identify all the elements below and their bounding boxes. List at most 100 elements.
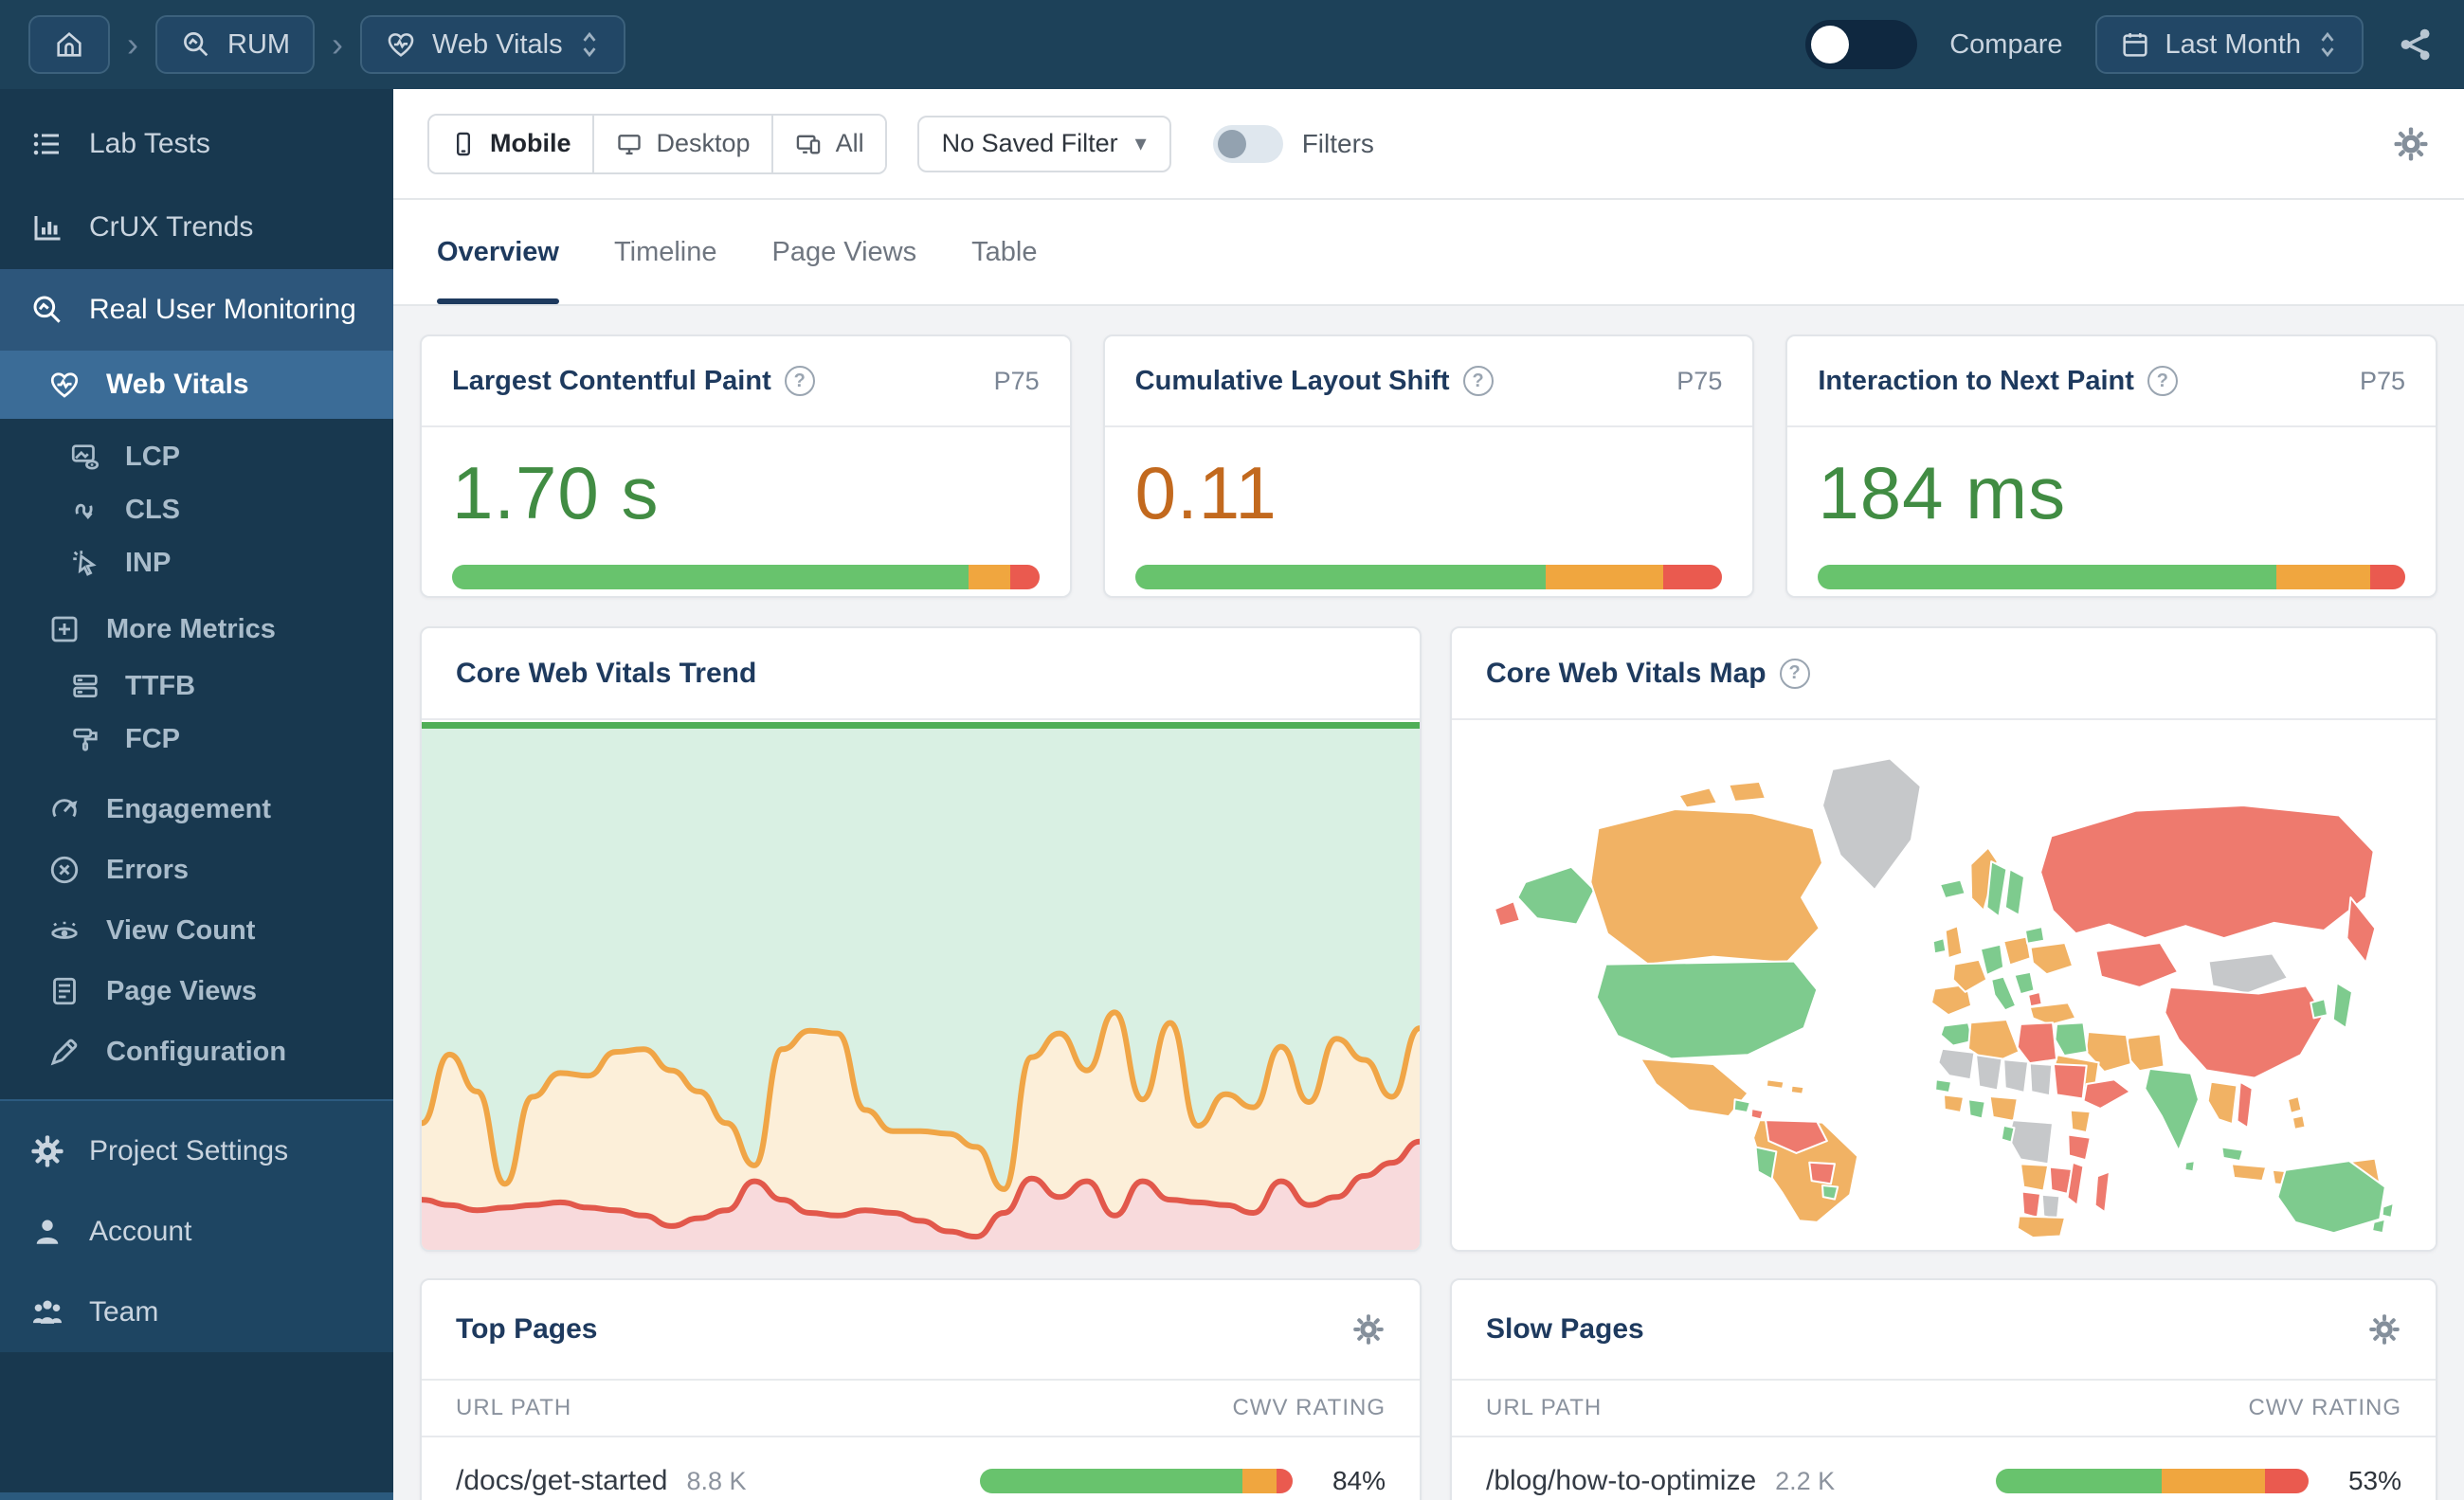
sidebar-item-project-settings[interactable]: Project Settings: [0, 1111, 393, 1191]
table-title: Top Pages: [456, 1313, 598, 1345]
help-icon[interactable]: ?: [1462, 366, 1494, 396]
map-region: [2052, 1063, 2088, 1100]
map-region: [1516, 865, 1596, 926]
device-mobile-button[interactable]: Mobile: [429, 115, 592, 172]
tab-page-views[interactable]: Page Views: [772, 200, 917, 304]
url-path[interactable]: /docs/get-started: [456, 1465, 667, 1497]
map-region: [2381, 1202, 2395, 1220]
help-icon[interactable]: ?: [784, 366, 815, 396]
tab-timeline[interactable]: Timeline: [614, 200, 717, 304]
sidebar: Lab Tests CrUX Trends Real User Monitori…: [0, 89, 393, 1500]
device-desktop-button[interactable]: Desktop: [591, 115, 771, 172]
sidebar-item-errors[interactable]: Errors: [0, 840, 393, 900]
breadcrumb-webvitals-selector[interactable]: Web Vitals: [360, 15, 625, 74]
metric-card-inp: Interaction to Next Paint ? P75 184 ms: [1785, 334, 2438, 598]
map-region: [2164, 985, 2326, 1079]
help-icon[interactable]: ?: [1779, 658, 1810, 689]
map-region: [2183, 1160, 2196, 1173]
slow-pages-card: Slow Pages URL PATH CWV RATING /blog/how…: [1450, 1278, 2437, 1500]
column-url-path[interactable]: URL PATH: [456, 1395, 571, 1421]
sidebar-item-cls[interactable]: CLS: [0, 483, 393, 536]
column-url-path[interactable]: URL PATH: [1486, 1395, 1602, 1421]
sidebar-item-ttfb[interactable]: TTFB: [0, 660, 393, 713]
map-region: [2020, 1163, 2050, 1192]
sidebar-item-more-metrics[interactable]: More Metrics: [0, 599, 393, 660]
sidebar-item-configuration[interactable]: Configuration: [0, 1021, 393, 1082]
plus-square-icon: [45, 612, 83, 646]
date-range-label: Last Month: [2165, 28, 2301, 60]
device-all-button[interactable]: All: [770, 115, 885, 172]
map-region: [2206, 1080, 2238, 1126]
map-region: [1728, 780, 1767, 804]
segment-good: [1996, 1469, 2162, 1493]
help-icon[interactable]: ?: [2147, 366, 2178, 396]
world-map[interactable]: [1452, 722, 2436, 1250]
segment-needs-improvement: [1242, 1469, 1277, 1493]
trend-chart[interactable]: [422, 722, 1420, 1250]
column-cwv-rating[interactable]: CWV RATING: [1232, 1395, 1386, 1421]
filters-toggle[interactable]: [1212, 124, 1283, 163]
saved-filter-dropdown[interactable]: No Saved Filter ▾: [916, 115, 1171, 172]
metric-cards-row: Largest Contentful Paint ? P75 1.70 s Cu…: [420, 334, 2438, 598]
share-icon[interactable]: [2396, 25, 2436, 64]
segment-good: [1134, 565, 1547, 589]
gear-icon[interactable]: [1351, 1312, 1386, 1346]
sidebar-item-label: More Metrics: [106, 613, 276, 644]
sidebar-item-view-count[interactable]: View Count: [0, 900, 393, 961]
map-region: [2039, 804, 2375, 940]
map-region: [1789, 1084, 1805, 1095]
map-region: [2069, 1109, 2092, 1134]
sidebar-item-page-views[interactable]: Page Views: [0, 961, 393, 1021]
tab-label: Table: [971, 236, 1038, 267]
sidebar-item-engagement[interactable]: Engagement: [0, 779, 393, 840]
sidebar-item-web-vitals[interactable]: Web Vitals: [0, 351, 393, 419]
tab-table[interactable]: Table: [971, 200, 1037, 304]
table-row[interactable]: /docs/get-started 8.8 K 84%: [422, 1437, 1420, 1500]
map-region: [1808, 1161, 1836, 1185]
map-title: Core Web Vitals Map: [1486, 657, 1766, 689]
sidebar-item-inp[interactable]: INP: [0, 536, 393, 589]
sidebar-item-label: View Count: [106, 914, 256, 946]
bar-chart-icon: [28, 210, 66, 244]
core-web-vitals-map-card: Core Web Vitals Map ?: [1450, 626, 2437, 1252]
map-region: [1944, 925, 1964, 960]
image-eye-icon: [66, 441, 104, 473]
monitor-icon: [615, 131, 643, 157]
gear-icon[interactable]: [2367, 1312, 2401, 1346]
sidebar-item-crux-trends[interactable]: CrUX Trends: [0, 186, 393, 269]
tab-bar: Overview Timeline Page Views Table: [393, 200, 2464, 306]
date-range-button[interactable]: Last Month: [2094, 15, 2364, 74]
table-title: Slow Pages: [1486, 1313, 1644, 1345]
sidebar-item-label: FCP: [125, 723, 180, 754]
device-segment-group: Mobile Desktop All: [427, 113, 887, 174]
sidebar-item-label: Errors: [106, 854, 190, 885]
settings-gear-icon[interactable]: [2392, 125, 2430, 163]
sidebar-item-lcp[interactable]: LCP: [0, 430, 393, 483]
document-icon: [45, 974, 83, 1008]
sidebar-item-label: Page Views: [106, 975, 258, 1006]
sidebar-item-lab-tests[interactable]: Lab Tests: [0, 102, 393, 186]
tab-overview[interactable]: Overview: [437, 200, 559, 304]
filter-bar: Mobile Desktop All No Saved Filter ▾ Fil…: [393, 89, 2464, 200]
sidebar-item-team[interactable]: Team: [0, 1272, 393, 1352]
map-region: [2007, 1119, 2055, 1166]
map-region: [2207, 952, 2289, 995]
list-icon: [28, 127, 66, 161]
map-region: [2028, 1002, 2077, 1026]
column-cwv-rating[interactable]: CWV RATING: [2248, 1395, 2401, 1421]
rating-distribution-bar: [1996, 1469, 2309, 1493]
sidebar-item-account[interactable]: Account: [0, 1191, 393, 1272]
compare-toggle[interactable]: [1805, 20, 1918, 69]
metric-value: 0.11: [1134, 451, 1277, 534]
segment-needs-improvement: [2161, 1469, 2265, 1493]
map-region: [2013, 970, 2036, 996]
url-path[interactable]: /blog/how-to-optimize: [1486, 1465, 1756, 1497]
breadcrumb-home-button[interactable]: [28, 15, 110, 74]
sidebar-item-fcp[interactable]: FCP: [0, 713, 393, 766]
table-row[interactable]: /blog/how-to-optimize 2.2 K 53%: [1452, 1437, 2436, 1500]
caret-down-icon: ▾: [1134, 131, 1147, 156]
sidebar-item-real-user-monitoring[interactable]: Real User Monitoring: [0, 269, 393, 351]
breadcrumb-rum-button[interactable]: RUM: [155, 15, 316, 74]
tab-label: Overview: [437, 236, 559, 267]
map-region: [1732, 1098, 1751, 1114]
